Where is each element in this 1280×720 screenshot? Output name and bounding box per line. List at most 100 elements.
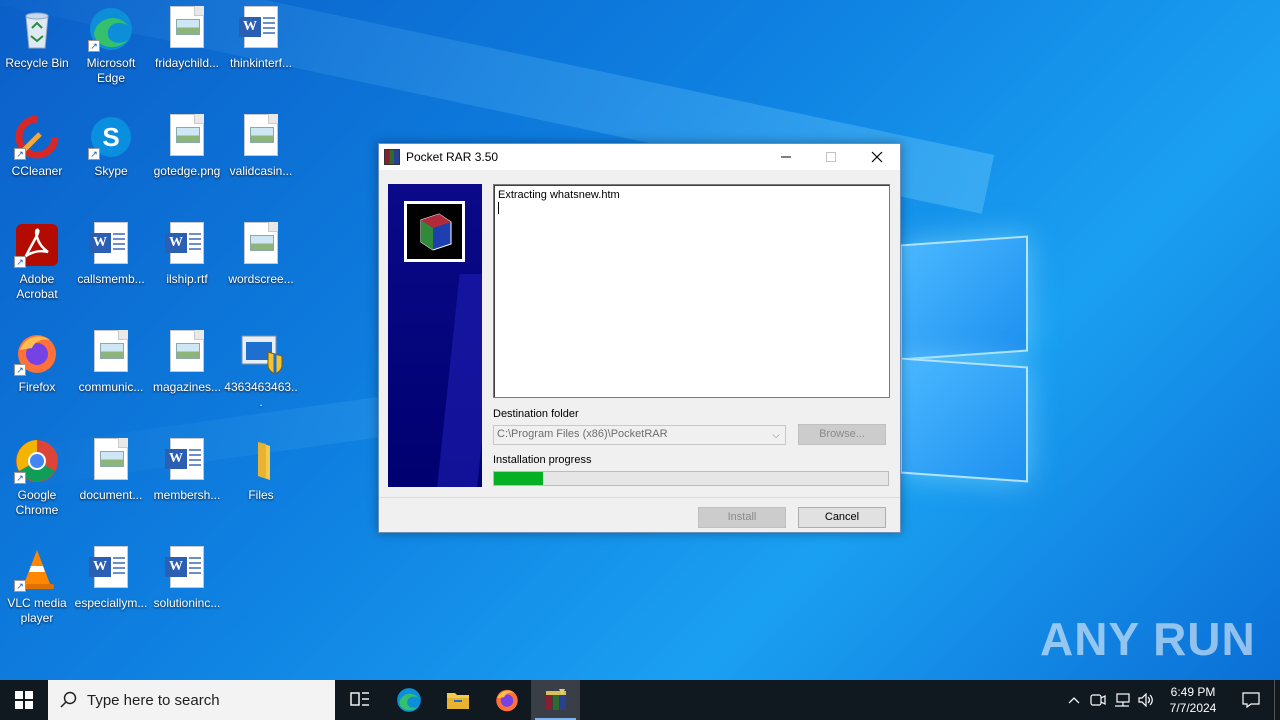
cancel-button[interactable]: Cancel [798,507,886,528]
firefox-icon [495,689,518,712]
desktop-icon-installer[interactable]: 4363463463... [224,324,298,410]
svg-text:S: S [102,122,119,152]
destination-folder-value: C:\Program Files (x86)\PocketRAR [497,428,668,440]
install-button: Install [698,507,786,528]
rar-logo-icon [404,201,465,262]
minimize-button[interactable] [763,144,809,170]
desktop-icon-wordscree[interactable]: wordscree... [224,216,298,287]
start-button[interactable] [0,680,48,720]
taskbar-pocketrar[interactable] [531,680,580,720]
edge-icon: ↗ [88,6,134,52]
firefox-icon: ↗ [14,330,60,376]
browse-button: Browse... [798,424,886,445]
installer-icon [238,330,284,376]
desktop-icon-label: Google Chrome [15,488,59,517]
desktop-icon-microsoft-edge[interactable]: ↗ Microsoft Edge [74,0,148,86]
destination-folder-label: Destination folder [493,408,579,420]
desktop-icon-label: gotedge.png [153,164,221,178]
vlc-icon: ↗ [14,546,60,592]
desktop-icon-label: membersh... [153,488,221,502]
word-doc-icon: W [164,438,210,484]
image-file-icon [88,438,134,484]
taskbar-clock[interactable]: 6:49 PM 7/7/2024 [1158,684,1228,716]
desktop-icon-callsmemb[interactable]: W callsmemb... [74,216,148,287]
desktop-icon-label: wordscree... [228,272,294,286]
taskbar-file-explorer[interactable] [433,680,482,720]
meet-now-button[interactable] [1086,680,1110,720]
close-icon [871,151,883,163]
desktop-icon-gotedge[interactable]: gotedge.png [150,108,224,179]
desktop-icon-label: communic... [78,380,144,394]
clock-date: 7/7/2024 [1169,701,1217,715]
taskbar-firefox[interactable] [482,680,531,720]
folder-icon [238,438,284,484]
maximize-button [808,144,854,170]
desktop-icon-magazines[interactable]: magazines... [150,324,224,395]
desktop-icon-especiallym[interactable]: W especiallym... [74,540,148,611]
pocketrar-installer-dialog: Pocket RAR 3.50 Extracting whatsnew.htm … [378,143,901,533]
image-file-icon [238,114,284,160]
notifications-button[interactable] [1228,680,1274,720]
desktop-icon-validcasin[interactable]: validcasin... [224,108,298,179]
desktop-icon-solutioninc[interactable]: W solutioninc... [150,540,224,611]
edge-icon [396,688,421,712]
desktop-icon-label: thinkinterf... [229,56,293,70]
desktop-icon-membersh[interactable]: W membersh... [150,432,224,503]
task-view-icon [349,692,369,706]
network-button[interactable] [1110,680,1134,720]
installation-progress-bar [493,471,889,486]
desktop-icon-label: solutioninc... [153,596,221,610]
anyrun-watermark: ANY RUN [1040,613,1256,665]
chevron-down-icon: ⌵ [772,429,780,441]
desktop-icon-ilship[interactable]: W ilship.rtf [150,216,224,287]
chrome-icon: ↗ [14,438,60,484]
desktop-icon-document[interactable]: document... [74,432,148,503]
desktop-icon-files[interactable]: Files [224,432,298,503]
desktop-icon-label: magazines... [152,380,222,394]
desktop-icon-ccleaner[interactable]: ↗ CCleaner [0,108,74,179]
desktop-icon-label: Adobe Acrobat [16,272,58,301]
word-doc-icon: W [164,222,210,268]
taskbar-edge[interactable] [384,680,433,720]
volume-icon [1138,693,1153,707]
search-placeholder: Type here to search [87,691,220,709]
word-doc-icon: W [164,546,210,592]
desktop-icon-label: CCleaner [11,164,63,178]
desktop-icon-google-chrome[interactable]: ↗ Google Chrome [0,432,74,518]
image-file-icon [164,330,210,376]
close-button[interactable] [854,144,900,170]
volume-button[interactable] [1134,680,1158,720]
desktop-icon-fridaychild[interactable]: fridaychild... [150,0,224,71]
desktop-icon-label: Microsoft Edge [86,56,136,85]
windows-start-icon [15,691,33,709]
word-doc-icon: W [238,6,284,52]
chevron-up-icon [1068,697,1080,704]
show-desktop-button[interactable] [1274,680,1280,720]
desktop-icon-communic[interactable]: communic... [74,324,148,395]
notification-icon [1242,692,1260,708]
clock-time: 6:49 PM [1170,685,1216,699]
desktop-icon-vlc[interactable]: ↗ VLC media player [0,540,74,626]
desktop-icon-label: Recycle Bin [5,56,69,70]
taskbar-search-box[interactable]: Type here to search [48,680,335,720]
desktop-icon-thinkinterf[interactable]: W thinkinterf... [224,0,298,71]
file-explorer-icon [446,693,469,709]
search-icon [60,691,77,708]
word-doc-icon: W [88,546,134,592]
system-tray: 6:49 PM 7/7/2024 [1062,680,1280,720]
desktop-icon-label: Firefox [18,380,56,394]
desktop-icon-firefox[interactable]: ↗ Firefox [0,324,74,395]
network-icon [1115,693,1130,707]
windows-logo-wallpaper [900,235,1030,483]
desktop-icon-recycle-bin[interactable]: Recycle Bin [0,0,74,71]
show-hidden-icons-button[interactable] [1062,680,1086,720]
dialog-title: Pocket RAR 3.50 [406,150,499,164]
desktop-icon-skype[interactable]: S ↗ Skype [74,108,148,179]
image-file-icon [238,222,284,268]
ccleaner-icon: ↗ [14,114,60,160]
dialog-titlebar[interactable]: Pocket RAR 3.50 [379,144,900,170]
desktop-icon-adobe-acrobat[interactable]: ↗ Adobe Acrobat [0,216,74,302]
desktop-icon-label: Files [248,488,274,502]
log-line: Extracting whatsnew.htm [498,189,620,201]
taskbar-task-view[interactable] [335,680,384,720]
